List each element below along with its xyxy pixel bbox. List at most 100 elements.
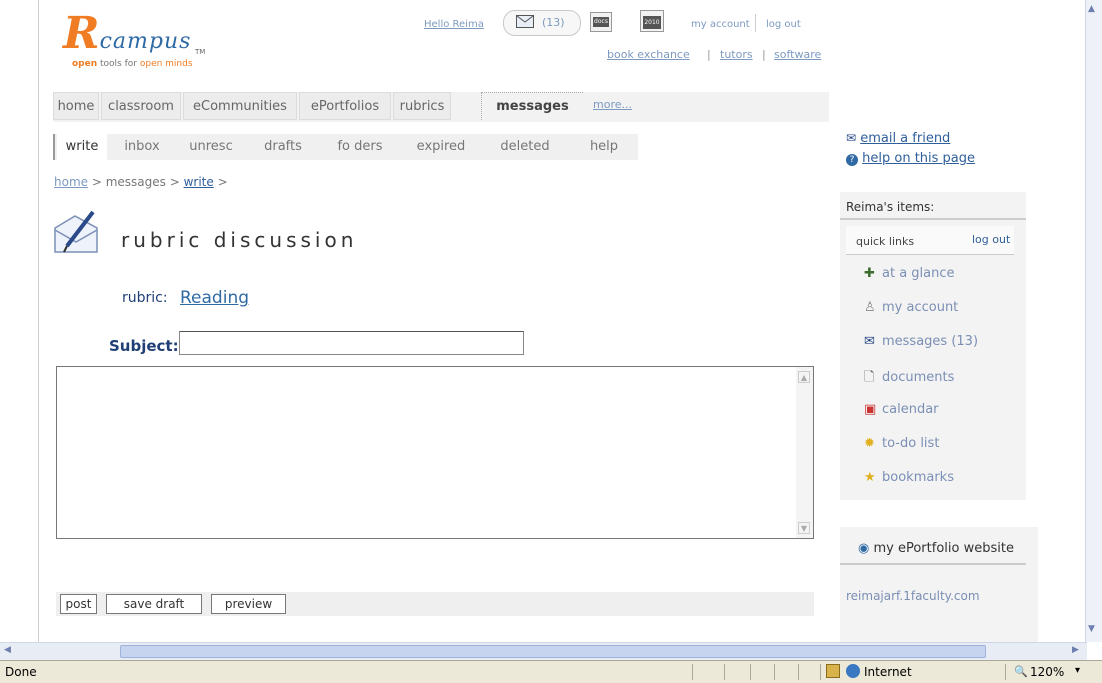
vertical-scrollbar[interactable]: ▲ ▼	[1085, 0, 1102, 642]
tab-classroom[interactable]: classroom	[101, 92, 181, 120]
email-friend-row[interactable]: ✉ email a friend	[846, 131, 950, 146]
statusbar-divider	[750, 664, 751, 680]
lock-icon	[826, 664, 840, 678]
quick-link-todo[interactable]: ✹ to-do list	[864, 436, 939, 451]
subtab-write[interactable]: write	[57, 134, 107, 160]
globe-icon: ◉	[858, 541, 870, 556]
eportfolio-url-link[interactable]: reimajarf.1faculty.com	[846, 589, 980, 603]
zoom-icon: 🔍	[1014, 665, 1028, 678]
scroll-thumb[interactable]	[120, 645, 986, 658]
subtab-deleted[interactable]: deleted	[485, 134, 565, 160]
my-account-link[interactable]: my account	[691, 19, 750, 30]
scroll-left-icon[interactable]: ◀	[4, 645, 11, 655]
mail-pill[interactable]: (13)	[503, 10, 581, 36]
tab-messages[interactable]: messages	[481, 92, 583, 120]
quick-link-label: at a glance	[882, 266, 955, 281]
message-body-textarea[interactable]: ▲ ▼	[56, 366, 814, 539]
statusbar-divider	[692, 664, 693, 680]
subject-input[interactable]	[179, 331, 524, 355]
rubric-link[interactable]: Reading	[180, 288, 249, 308]
book-exchange-link[interactable]: book exchance	[607, 48, 690, 61]
help-row[interactable]: ? help on this page	[846, 151, 975, 166]
subtab-drafts[interactable]: drafts	[251, 134, 315, 160]
greeting-link[interactable]: Hello Reima	[424, 19, 484, 30]
tagline-open: open	[72, 59, 98, 69]
quick-links-logout[interactable]: log out	[972, 233, 1010, 246]
messages-subnav: write inbox unresc drafts fo ders expire…	[53, 134, 638, 160]
tagline-open-minds: open minds	[139, 59, 193, 69]
browser-statusbar: Done Internet 🔍 120% ▾	[0, 660, 1102, 683]
envelope-icon: ✉	[846, 131, 857, 145]
preview-button[interactable]: preview	[211, 594, 286, 614]
tab-home[interactable]: home	[53, 92, 99, 120]
star-icon: ★	[864, 470, 876, 485]
subtab-folders[interactable]: fo ders	[325, 134, 395, 160]
breadcrumb-separator: >	[165, 175, 184, 189]
scroll-down-icon[interactable]: ▼	[798, 522, 810, 534]
quick-link-at-a-glance[interactable]: ✚ at a glance	[864, 266, 955, 281]
save-draft-button[interactable]: save draft	[106, 594, 202, 614]
help-icon: ?	[846, 154, 858, 166]
breadcrumb-write[interactable]: write	[184, 175, 214, 189]
software-link[interactable]: software	[774, 48, 821, 61]
scroll-right-icon[interactable]: ▶	[1072, 645, 1079, 655]
tutors-link[interactable]: tutors	[720, 48, 753, 61]
right-sidebar: ✉ email a friend ? help on this page Rei…	[830, 0, 1085, 642]
log-out-link[interactable]: log out	[766, 19, 801, 30]
eportfolio-panel: ◉ my ePortfolio website reimajarf.1facul…	[840, 527, 1038, 642]
subtab-unread[interactable]: unresc	[179, 134, 243, 160]
statusbar-divider	[1005, 664, 1006, 680]
breadcrumb-home[interactable]: home	[54, 175, 88, 189]
calendar-icon: 2010	[643, 16, 661, 29]
subject-label: Subject:	[109, 337, 179, 355]
horizontal-scrollbar[interactable]: ◀ ▶	[0, 642, 1087, 660]
quick-links-title: quick links	[856, 235, 915, 248]
scroll-down-icon[interactable]: ▼	[1088, 624, 1095, 634]
rcampus-logo[interactable]: Rcampus	[63, 8, 191, 59]
tab-rubrics[interactable]: rubrics	[393, 92, 451, 120]
status-text: Done	[5, 665, 37, 679]
docs-button[interactable]: docs	[590, 12, 612, 32]
tab-more[interactable]: more...	[593, 98, 632, 111]
main-nav: home classroom eCommunities ePortfolios …	[53, 92, 829, 122]
textarea-scrollbar[interactable]: ▲ ▼	[796, 367, 813, 538]
quick-link-label: messages (13)	[882, 334, 979, 349]
scroll-up-icon[interactable]: ▲	[798, 371, 810, 383]
post-button[interactable]: post	[60, 594, 97, 614]
eportfolio-title-row: ◉ my ePortfolio website	[858, 541, 1014, 556]
logo-text: campus	[99, 29, 192, 54]
zoom-level[interactable]: 120%	[1030, 665, 1064, 679]
tab-eportfolios[interactable]: ePortfolios	[299, 92, 391, 120]
page-main: Rcampus TM open tools for open minds Hel…	[38, 0, 832, 642]
items-panel: Reima's items: quick links log out ✚ at a…	[840, 192, 1026, 500]
help-page-link[interactable]: help on this page	[862, 151, 975, 166]
quick-link-label: my account	[882, 300, 959, 315]
zoom-dropdown-icon[interactable]: ▾	[1075, 665, 1080, 676]
email-friend-link[interactable]: email a friend	[860, 131, 950, 146]
person-icon: ♙	[864, 300, 876, 315]
tab-ecommunities[interactable]: eCommunities	[183, 92, 297, 120]
page-title: rubric discussion	[121, 228, 358, 252]
quick-link-my-account[interactable]: ♙ my account	[864, 300, 958, 315]
scroll-up-icon[interactable]: ▲	[1088, 4, 1095, 14]
eportfolio-title: my ePortfolio website	[873, 541, 1014, 556]
envelope-icon	[516, 15, 534, 28]
quick-link-messages[interactable]: ✉ messages (13)	[864, 334, 978, 349]
subtab-help[interactable]: help	[577, 134, 631, 160]
subtab-inbox[interactable]: inbox	[115, 134, 169, 160]
divider	[840, 218, 1026, 220]
calendar-button[interactable]: 2010	[640, 10, 664, 32]
quick-link-bookmarks[interactable]: ★ bookmarks	[864, 470, 954, 485]
quick-link-documents[interactable]: 🗋 documents	[864, 368, 954, 390]
quick-link-calendar[interactable]: ▣ calendar	[864, 402, 939, 417]
security-zone: Internet	[864, 665, 912, 679]
divider	[840, 563, 1026, 565]
document-icon: 🗋	[864, 370, 875, 385]
statusbar-divider	[774, 664, 775, 680]
breadcrumb-messages: messages	[105, 175, 166, 189]
tagline-middle: tools for	[97, 59, 140, 69]
pin-icon: ✚	[864, 266, 875, 281]
subtab-expired[interactable]: expired	[403, 134, 479, 160]
calendar-icon: ▣	[864, 402, 877, 417]
quick-link-label: bookmarks	[882, 470, 954, 485]
